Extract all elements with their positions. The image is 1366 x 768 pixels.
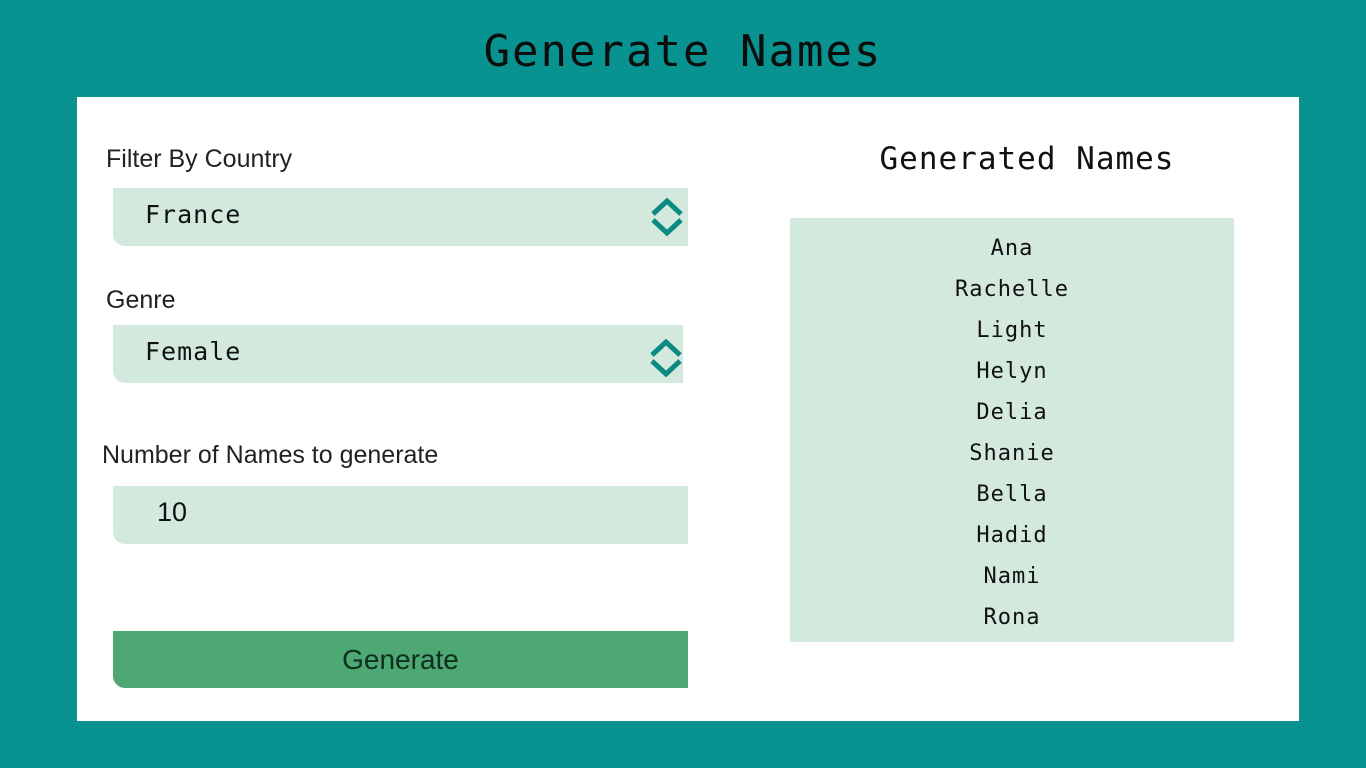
- list-item: Hadid: [976, 523, 1048, 548]
- chevron-up-down-icon: [650, 338, 682, 378]
- list-item: Helyn: [976, 359, 1048, 384]
- genre-select[interactable]: Female: [113, 325, 683, 383]
- count-label: Number of Names to generate: [102, 441, 439, 469]
- count-input-value: 10: [157, 497, 188, 527]
- list-item: Delia: [976, 400, 1048, 425]
- list-item: Nami: [983, 564, 1041, 589]
- list-item: Bella: [976, 482, 1048, 507]
- list-item: Shanie: [969, 441, 1055, 466]
- results-panel: Ana Rachelle Light Helyn Delia Shanie Bella Had…: [790, 218, 1234, 642]
- list-item: Rachelle: [955, 277, 1069, 302]
- genre-select-value: Female: [145, 337, 242, 366]
- country-select[interactable]: France: [113, 188, 688, 246]
- country-label: Filter By Country: [106, 145, 293, 173]
- chevron-up-down-icon: [651, 197, 683, 237]
- count-input[interactable]: 10: [113, 486, 688, 544]
- names-list: Ana Rachelle Light Helyn Delia Shanie Bella Had…: [790, 218, 1234, 638]
- results-title: Generated Names: [879, 141, 1175, 177]
- page-title: Generate Names: [483, 26, 883, 77]
- list-item: Ana: [990, 236, 1034, 261]
- list-item: Light: [976, 318, 1048, 343]
- generate-button[interactable]: Generate: [113, 631, 688, 688]
- genre-label: Genre: [106, 286, 176, 314]
- generator-card: Filter By Country France Genre Female Nu…: [77, 97, 1299, 721]
- list-item: Rona: [983, 605, 1041, 630]
- country-select-value: France: [145, 200, 242, 229]
